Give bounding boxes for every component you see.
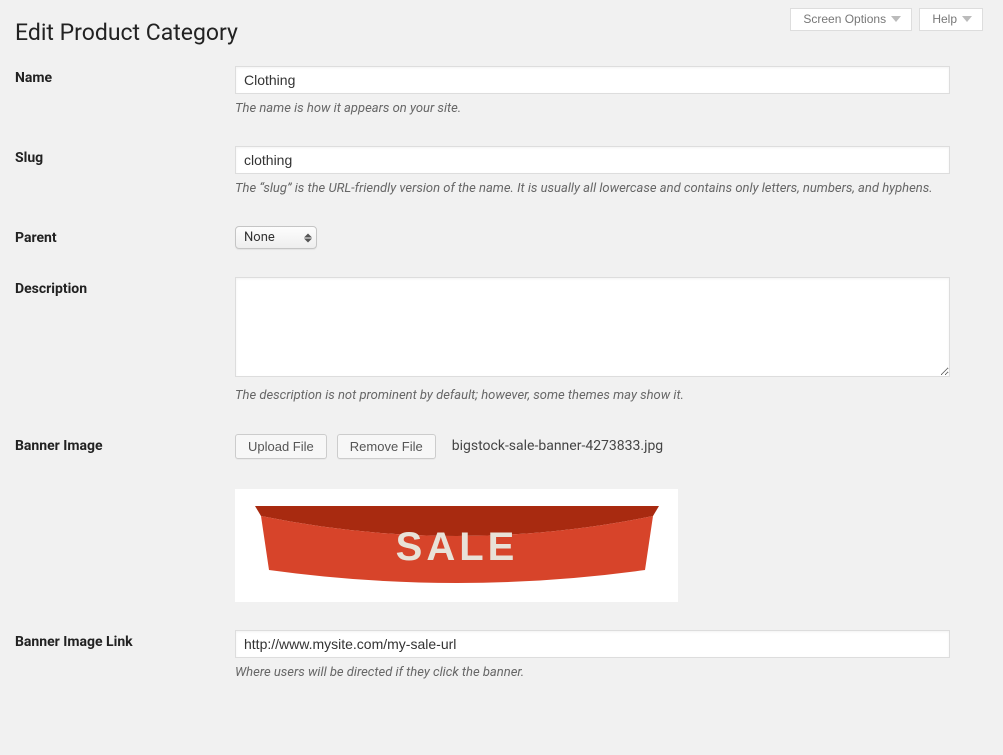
chevron-down-icon: [891, 16, 901, 22]
help-button[interactable]: Help: [919, 8, 983, 31]
screen-options-label: Screen Options: [803, 12, 886, 26]
name-label: Name: [15, 66, 235, 86]
remove-file-button[interactable]: Remove File: [337, 434, 436, 459]
field-row-parent: Parent None: [15, 226, 983, 249]
banner-link-description: Where users will be directed if they cli…: [235, 664, 950, 682]
upload-file-button[interactable]: Upload File: [235, 434, 327, 459]
banner-preview: SALE: [235, 489, 678, 602]
slug-label: Slug: [15, 146, 235, 166]
sale-banner-icon: SALE: [247, 498, 667, 593]
name-description: The name is how it appears on your site.: [235, 100, 950, 118]
banner-filename: bigstock-sale-banner-4273833.jpg: [452, 438, 663, 454]
field-row-banner-image: Banner Image Upload File Remove File big…: [15, 434, 983, 602]
field-row-banner-link: Banner Image Link Where users will be di…: [15, 630, 983, 682]
screen-options-button[interactable]: Screen Options: [790, 8, 912, 31]
parent-select[interactable]: None: [235, 226, 317, 249]
banner-link-label: Banner Image Link: [15, 630, 235, 650]
description-textarea[interactable]: [235, 277, 950, 377]
name-input[interactable]: [235, 66, 950, 94]
help-label: Help: [932, 12, 957, 26]
slug-input[interactable]: [235, 146, 950, 174]
description-label: Description: [15, 277, 235, 297]
field-row-description: Description The description is not promi…: [15, 277, 983, 405]
parent-select-value: None: [244, 230, 275, 245]
banner-image-label: Banner Image: [15, 434, 235, 454]
select-arrows-icon: [304, 233, 312, 242]
field-row-slug: Slug The “slug” is the URL-friendly vers…: [15, 146, 983, 198]
description-help: The description is not prominent by defa…: [235, 387, 950, 405]
chevron-down-icon: [962, 16, 972, 22]
svg-text:SALE: SALE: [395, 525, 518, 569]
banner-link-input[interactable]: [235, 630, 950, 658]
parent-label: Parent: [15, 226, 235, 246]
field-row-name: Name The name is how it appears on your …: [15, 66, 983, 118]
slug-description: The “slug” is the URL-friendly version o…: [235, 180, 950, 198]
